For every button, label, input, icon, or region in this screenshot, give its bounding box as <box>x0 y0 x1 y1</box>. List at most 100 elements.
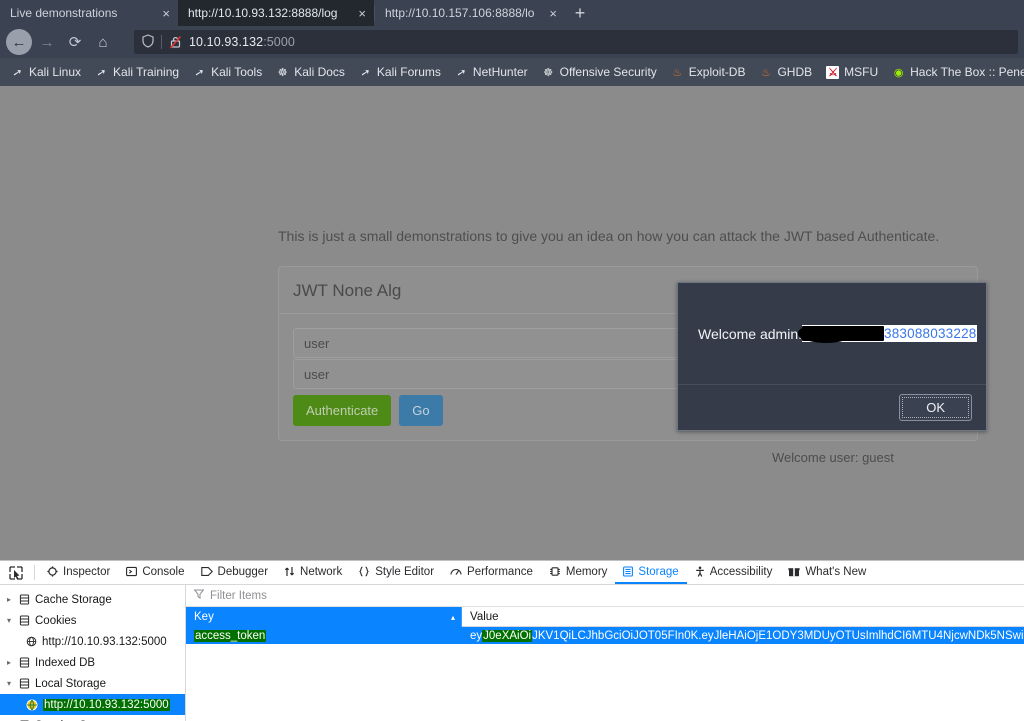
tab-title: http://10.10.157.106:8888/lo <box>385 6 535 20</box>
url-bar[interactable]: 10.10.93.132:5000 <box>134 30 1018 54</box>
tab-storage[interactable]: Storage <box>615 561 687 584</box>
bookmark-label: Kali Linux <box>29 65 82 79</box>
alert-message: Welcome admin: 383088033228 <box>698 325 977 343</box>
browser-tab-2[interactable]: http://10.10.157.106:8888/lo × <box>375 0 565 26</box>
url-separator <box>161 35 162 49</box>
tab-label: Network <box>300 565 343 578</box>
console-icon <box>126 566 138 577</box>
bookmark-nethunter[interactable]: ➚ NetHunter <box>448 65 535 79</box>
tabstrip-filler <box>595 0 1024 26</box>
tree-item-label: Cache Storage <box>35 593 112 606</box>
tree-item-local-storage-origin[interactable]: http://10.10.93.132:5000 <box>0 694 185 715</box>
bookmark-kali-forums[interactable]: ➚ Kali Forums <box>352 65 448 79</box>
tab-label: Memory <box>565 565 608 578</box>
cell-value[interactable]: ey J0eXAiOi JKV1QiLCJhbGciOiJOT05FIn0K.eyJ… <box>462 627 1024 644</box>
tab-inspector[interactable]: Inspector <box>39 561 118 584</box>
page-viewport: This is just a small demonstrations to g… <box>0 86 1024 560</box>
tree-item-local-storage[interactable]: ▾ Local Storage <box>0 673 185 694</box>
network-icon <box>284 566 295 577</box>
tab-close-icon[interactable]: × <box>549 7 557 20</box>
bookmark-label: GHDB <box>777 65 813 79</box>
tree-item-label: Local Storage <box>35 677 106 690</box>
back-icon[interactable]: ← <box>6 29 32 55</box>
tree-item-indexed-db[interactable]: ▸ Indexed DB <box>0 652 185 673</box>
tree-item-label: http://10.10.93.132:5000 <box>42 635 167 648</box>
twisty-icon[interactable]: ▸ <box>4 658 14 667</box>
tab-label: Accessibility <box>709 565 773 578</box>
tab-performance[interactable]: Performance <box>442 561 541 584</box>
forward-icon[interactable]: → <box>34 29 60 55</box>
bookmark-label: Kali Training <box>113 65 180 79</box>
alert-token-visible: 383088033228 <box>884 326 977 341</box>
bookmark-offensive-security[interactable]: ☸ Offensive Security <box>535 65 664 79</box>
column-header-key[interactable]: Key ▴ <box>186 607 462 627</box>
shield-icon[interactable] <box>142 33 154 51</box>
tab-label: Storage <box>638 565 679 578</box>
database-icon <box>19 615 30 626</box>
tab-close-icon[interactable]: × <box>358 7 366 20</box>
twisty-icon[interactable]: ▾ <box>4 616 14 625</box>
go-button[interactable]: Go <box>399 395 443 426</box>
globe-icon <box>26 636 37 647</box>
new-tab-button[interactable]: + <box>565 0 595 26</box>
tab-label: Performance <box>467 565 533 578</box>
tab-memory[interactable]: Memory <box>541 561 616 584</box>
inspector-icon <box>47 566 58 577</box>
bookmark-msfu[interactable]: ⚔ MSFU <box>819 65 885 79</box>
browser-tab-1[interactable]: http://10.10.93.132:8888/log × <box>178 0 374 26</box>
bookmark-exploit-db[interactable]: ♨ Exploit-DB <box>664 65 753 79</box>
tab-network[interactable]: Network <box>276 561 350 584</box>
tree-item-cookies[interactable]: ▾ Cookies <box>0 610 185 631</box>
bookmark-label: Kali Forums <box>376 65 441 79</box>
column-header-value-label: Value <box>470 610 499 623</box>
bookmark-kali-linux[interactable]: ➚ Kali Linux <box>4 65 88 79</box>
tab-label: What's New <box>805 565 867 578</box>
reload-icon[interactable]: ⟳ <box>62 29 88 55</box>
tab-style-editor[interactable]: Style Editor <box>350 561 442 584</box>
tab-title: http://10.10.93.132:8888/log <box>188 6 338 20</box>
bookmark-ghdb[interactable]: ♨ GHDB <box>752 65 819 79</box>
tab-debugger[interactable]: Debugger <box>193 561 277 584</box>
flame-icon: ♨ <box>672 66 683 79</box>
element-picker-icon[interactable] <box>2 561 30 584</box>
gift-icon <box>788 566 800 577</box>
bookmark-kali-docs[interactable]: ☸ Kali Docs <box>269 65 352 79</box>
tab-label: Style Editor <box>375 565 435 578</box>
storage-tree: ▸ Cache Storage ▾ Cookies http://10.10.9… <box>0 585 186 721</box>
table-row[interactable]: access_token ey J0eXAiOi JKV1QiLCJhbGciOiJ… <box>186 627 1024 644</box>
bookmark-hack-the-box[interactable]: ◉ Hack The Box :: Pene <box>885 65 1024 79</box>
storage-table: Filter Items Key ▴ Value access_token ey… <box>186 585 1024 721</box>
column-header-value[interactable]: Value <box>462 607 1024 627</box>
column-header-key-label: Key <box>194 611 214 623</box>
alert-message-prefix: Welcome admin: <box>698 325 803 342</box>
tree-item-cache-storage[interactable]: ▸ Cache Storage <box>0 589 185 610</box>
browser-tab-0[interactable]: Live demonstrations × <box>0 0 178 26</box>
home-icon[interactable]: ⌂ <box>90 29 116 55</box>
tab-accessibility[interactable]: Accessibility <box>687 561 781 584</box>
twisty-icon[interactable]: ▾ <box>4 679 14 688</box>
tab-whats-new[interactable]: What's New <box>780 561 874 584</box>
tree-item-session-storage[interactable]: ▸ Session Storage <box>0 715 185 721</box>
bookmark-kali-tools[interactable]: ➚ Kali Tools <box>186 65 269 79</box>
tab-console[interactable]: Console <box>118 561 192 584</box>
twisty-icon[interactable]: ▸ <box>4 595 14 604</box>
tab-close-icon[interactable]: × <box>162 7 170 20</box>
tree-item-cookies-origin[interactable]: http://10.10.93.132:5000 <box>0 631 185 652</box>
authenticate-button[interactable]: Authenticate <box>293 395 392 426</box>
bookmark-label: MSFU <box>844 65 879 79</box>
broken-lock-icon[interactable] <box>169 35 182 49</box>
filter-bar[interactable]: Filter Items <box>186 585 1024 607</box>
sort-ascending-icon[interactable]: ▴ <box>451 613 455 622</box>
bookmark-label: Exploit-DB <box>688 65 746 79</box>
page-intro-text: This is just a small demonstrations to g… <box>278 228 940 244</box>
ok-button[interactable]: OK <box>899 394 972 421</box>
devtools-toolbar: Inspector Console Debugger Network Style… <box>0 561 1024 585</box>
bookmark-kali-training[interactable]: ➚ Kali Training <box>88 65 186 79</box>
dragon-icon: ➚ <box>95 65 108 80</box>
browser-window: Live demonstrations × http://10.10.93.13… <box>0 0 1024 560</box>
cell-key[interactable]: access_token <box>186 627 462 644</box>
bookmarks-bar: ➚ Kali Linux ➚ Kali Training ➚ Kali Tools ☸… <box>0 58 1024 86</box>
token-prefix: ey <box>470 629 483 642</box>
url-host: 10.10.93.132 <box>189 35 264 49</box>
url-text[interactable]: 10.10.93.132:5000 <box>189 35 295 49</box>
